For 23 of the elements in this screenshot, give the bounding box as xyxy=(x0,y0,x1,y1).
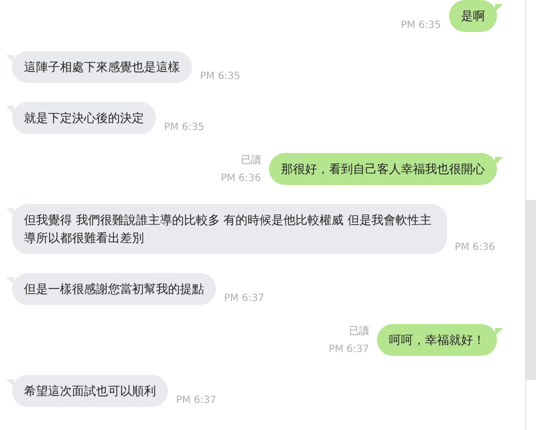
timestamp: PM 6:37 xyxy=(328,343,369,356)
scrollbar-thumb[interactable] xyxy=(526,200,536,380)
message-bubble: 希望這次面試也可以順利 xyxy=(12,375,168,407)
message-bubble: 呵呵，幸福就好！ xyxy=(377,324,497,356)
timestamp: PM 6:35 xyxy=(200,70,240,83)
message-bubble: 那很好，看到自己客人幸福我也很開心 xyxy=(269,153,497,185)
scrollbar[interactable] xyxy=(525,0,536,430)
message-bubble: 但我覺得 我們很難說誰主導的比較多 有的時候是他比較權威 但是我會軟性主導所以都很難看出差別 xyxy=(12,204,447,254)
timestamp: PM 6:36 xyxy=(220,172,261,185)
message-bubble: 這陣子相處下來感覺也是這樣 xyxy=(12,51,192,83)
timestamp: PM 6:35 xyxy=(400,19,441,32)
read-receipt: 已讀 xyxy=(241,154,261,168)
timestamp: PM 6:37 xyxy=(224,292,264,305)
message-bubble: 就是下定決心後的決定 xyxy=(12,102,156,134)
read-receipt: 已讀 xyxy=(349,324,369,339)
timestamp: PM 6:36 xyxy=(454,241,495,254)
message-bubble: 但是一樣很感謝您當初幫我的提點 xyxy=(12,273,216,305)
bubble-tail xyxy=(495,328,503,336)
bubble-tail xyxy=(495,4,503,12)
timestamp: PM 6:35 xyxy=(164,121,204,134)
message-bubble: 是啊 xyxy=(449,0,497,32)
bubble-tail xyxy=(495,157,503,165)
timestamp: PM 6:37 xyxy=(176,394,216,407)
